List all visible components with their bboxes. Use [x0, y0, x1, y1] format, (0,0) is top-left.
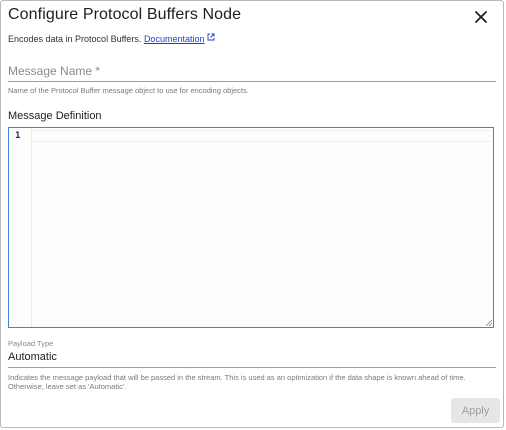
payload-type-label: Payload Type — [8, 339, 54, 348]
payload-type-select[interactable]: Automatic — [8, 351, 57, 363]
message-definition-editor[interactable]: 1 — [8, 127, 494, 328]
description-text: Encodes data in Protocol Buffers. — [8, 34, 142, 44]
editor-active-line[interactable] — [32, 130, 492, 142]
close-button[interactable] — [472, 8, 490, 26]
external-link-icon[interactable] — [207, 33, 215, 43]
resize-grip-icon[interactable] — [486, 320, 492, 326]
dialog-description: Encodes data in Protocol Buffers. Docume… — [8, 33, 215, 44]
configure-dialog: Configure Protocol Buffers Node Encodes … — [0, 0, 504, 428]
payload-type-helper: Indicates the message payload that will … — [8, 373, 466, 391]
message-name-input[interactable]: Message Name * — [8, 64, 100, 78]
close-icon — [475, 11, 487, 23]
message-definition-label: Message Definition — [8, 110, 102, 122]
documentation-link[interactable]: Documentation — [144, 34, 205, 44]
editor-gutter: 1 — [9, 128, 32, 327]
message-name-helper: Name of the Protocol Buffer message obje… — [8, 86, 249, 95]
line-number: 1 — [15, 131, 21, 141]
dialog-title: Configure Protocol Buffers Node — [8, 6, 242, 23]
apply-button[interactable]: Apply — [451, 398, 500, 423]
message-name-underline — [8, 81, 496, 82]
payload-type-underline — [8, 367, 496, 368]
